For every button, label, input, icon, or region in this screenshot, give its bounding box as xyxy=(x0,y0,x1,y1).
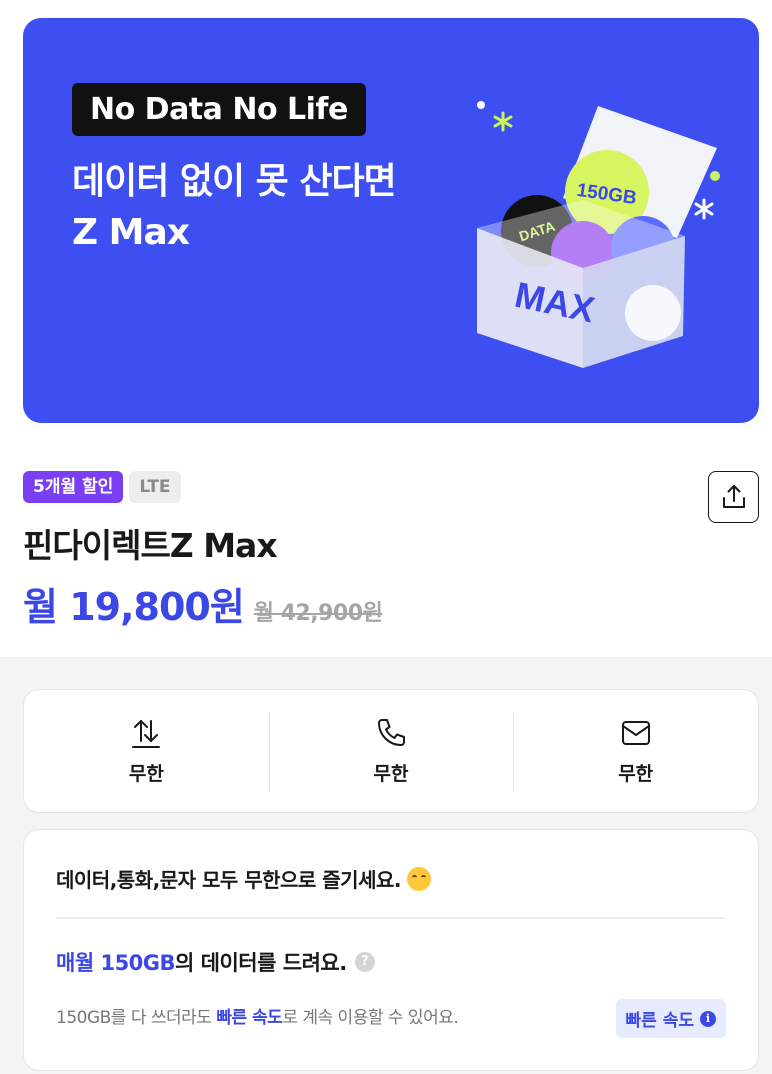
info-headline-text: 데이터,통화,문자 모두 무한으로 즐기세요. xyxy=(56,868,401,892)
feature-call: 무한 xyxy=(268,690,514,812)
hugging-face-emoji-icon xyxy=(406,866,431,891)
discount-tag: 5개월 할인 xyxy=(23,471,124,503)
banner-title: 데이터 없이 못 산다면 Z Max xyxy=(72,156,397,258)
desc-part-2: 로 계속 이용할 수 있어요. xyxy=(282,1008,459,1028)
desc-highlight: 빠른 속도 xyxy=(216,1008,283,1028)
banner-title-line2: Z Max xyxy=(72,212,190,253)
share-button[interactable] xyxy=(708,471,759,523)
network-tag: LTE xyxy=(129,471,181,503)
product-tags: 5개월 할인 LTE xyxy=(23,471,181,503)
desc-part-1: 150GB를 다 쓰더라도 xyxy=(56,1008,217,1028)
original-price: 월 42,900원 xyxy=(253,601,383,626)
product-name: 핀다이렉트Z Max xyxy=(23,526,278,565)
data-transfer-icon xyxy=(132,719,161,748)
speed-info-chip[interactable]: 빠른 속도 i xyxy=(615,999,726,1038)
feature-data-label: 무한 xyxy=(128,762,164,785)
speed-chip-label: 빠른 속도 xyxy=(625,1011,694,1031)
banner-badge: No Data No Life xyxy=(72,83,366,136)
info-headline: 데이터,통화,문자 모두 무한으로 즐기세요. xyxy=(56,864,726,893)
data-headline: 매월 150GB 의 데이터를 드려요. ? xyxy=(56,947,726,977)
feature-call-label: 무한 xyxy=(373,762,409,785)
divider xyxy=(56,917,726,919)
feature-data: 무한 xyxy=(24,690,269,812)
current-price: 월 19,800원 xyxy=(23,585,245,629)
plan-info-card: 데이터,통화,문자 모두 무한으로 즐기세요. 매월 150GB 의 데이터를 … xyxy=(23,829,759,1071)
data-headline-rest: 의 데이터를 드려요. xyxy=(175,951,347,975)
share-icon xyxy=(722,485,745,508)
phone-icon xyxy=(378,718,405,746)
data-box-illustration: 150GB DATA MAX xyxy=(477,101,720,368)
help-icon[interactable]: ? xyxy=(354,952,375,972)
feature-message: 무한 xyxy=(513,690,758,812)
banner-title-line1: 데이터 없이 못 산다면 xyxy=(72,161,397,202)
feature-message-label: 무한 xyxy=(618,762,654,785)
promo-banner[interactable]: No Data No Life 데이터 없이 못 산다면 Z Max 150GB… xyxy=(23,18,759,423)
price-row: 월 19,800원 월 42,900원 xyxy=(23,576,383,631)
plan-features-card: 무한 무한 무한 xyxy=(23,689,759,813)
info-icon: i xyxy=(700,1010,716,1027)
mail-icon xyxy=(621,720,650,745)
data-amount: 매월 150GB xyxy=(56,951,176,975)
